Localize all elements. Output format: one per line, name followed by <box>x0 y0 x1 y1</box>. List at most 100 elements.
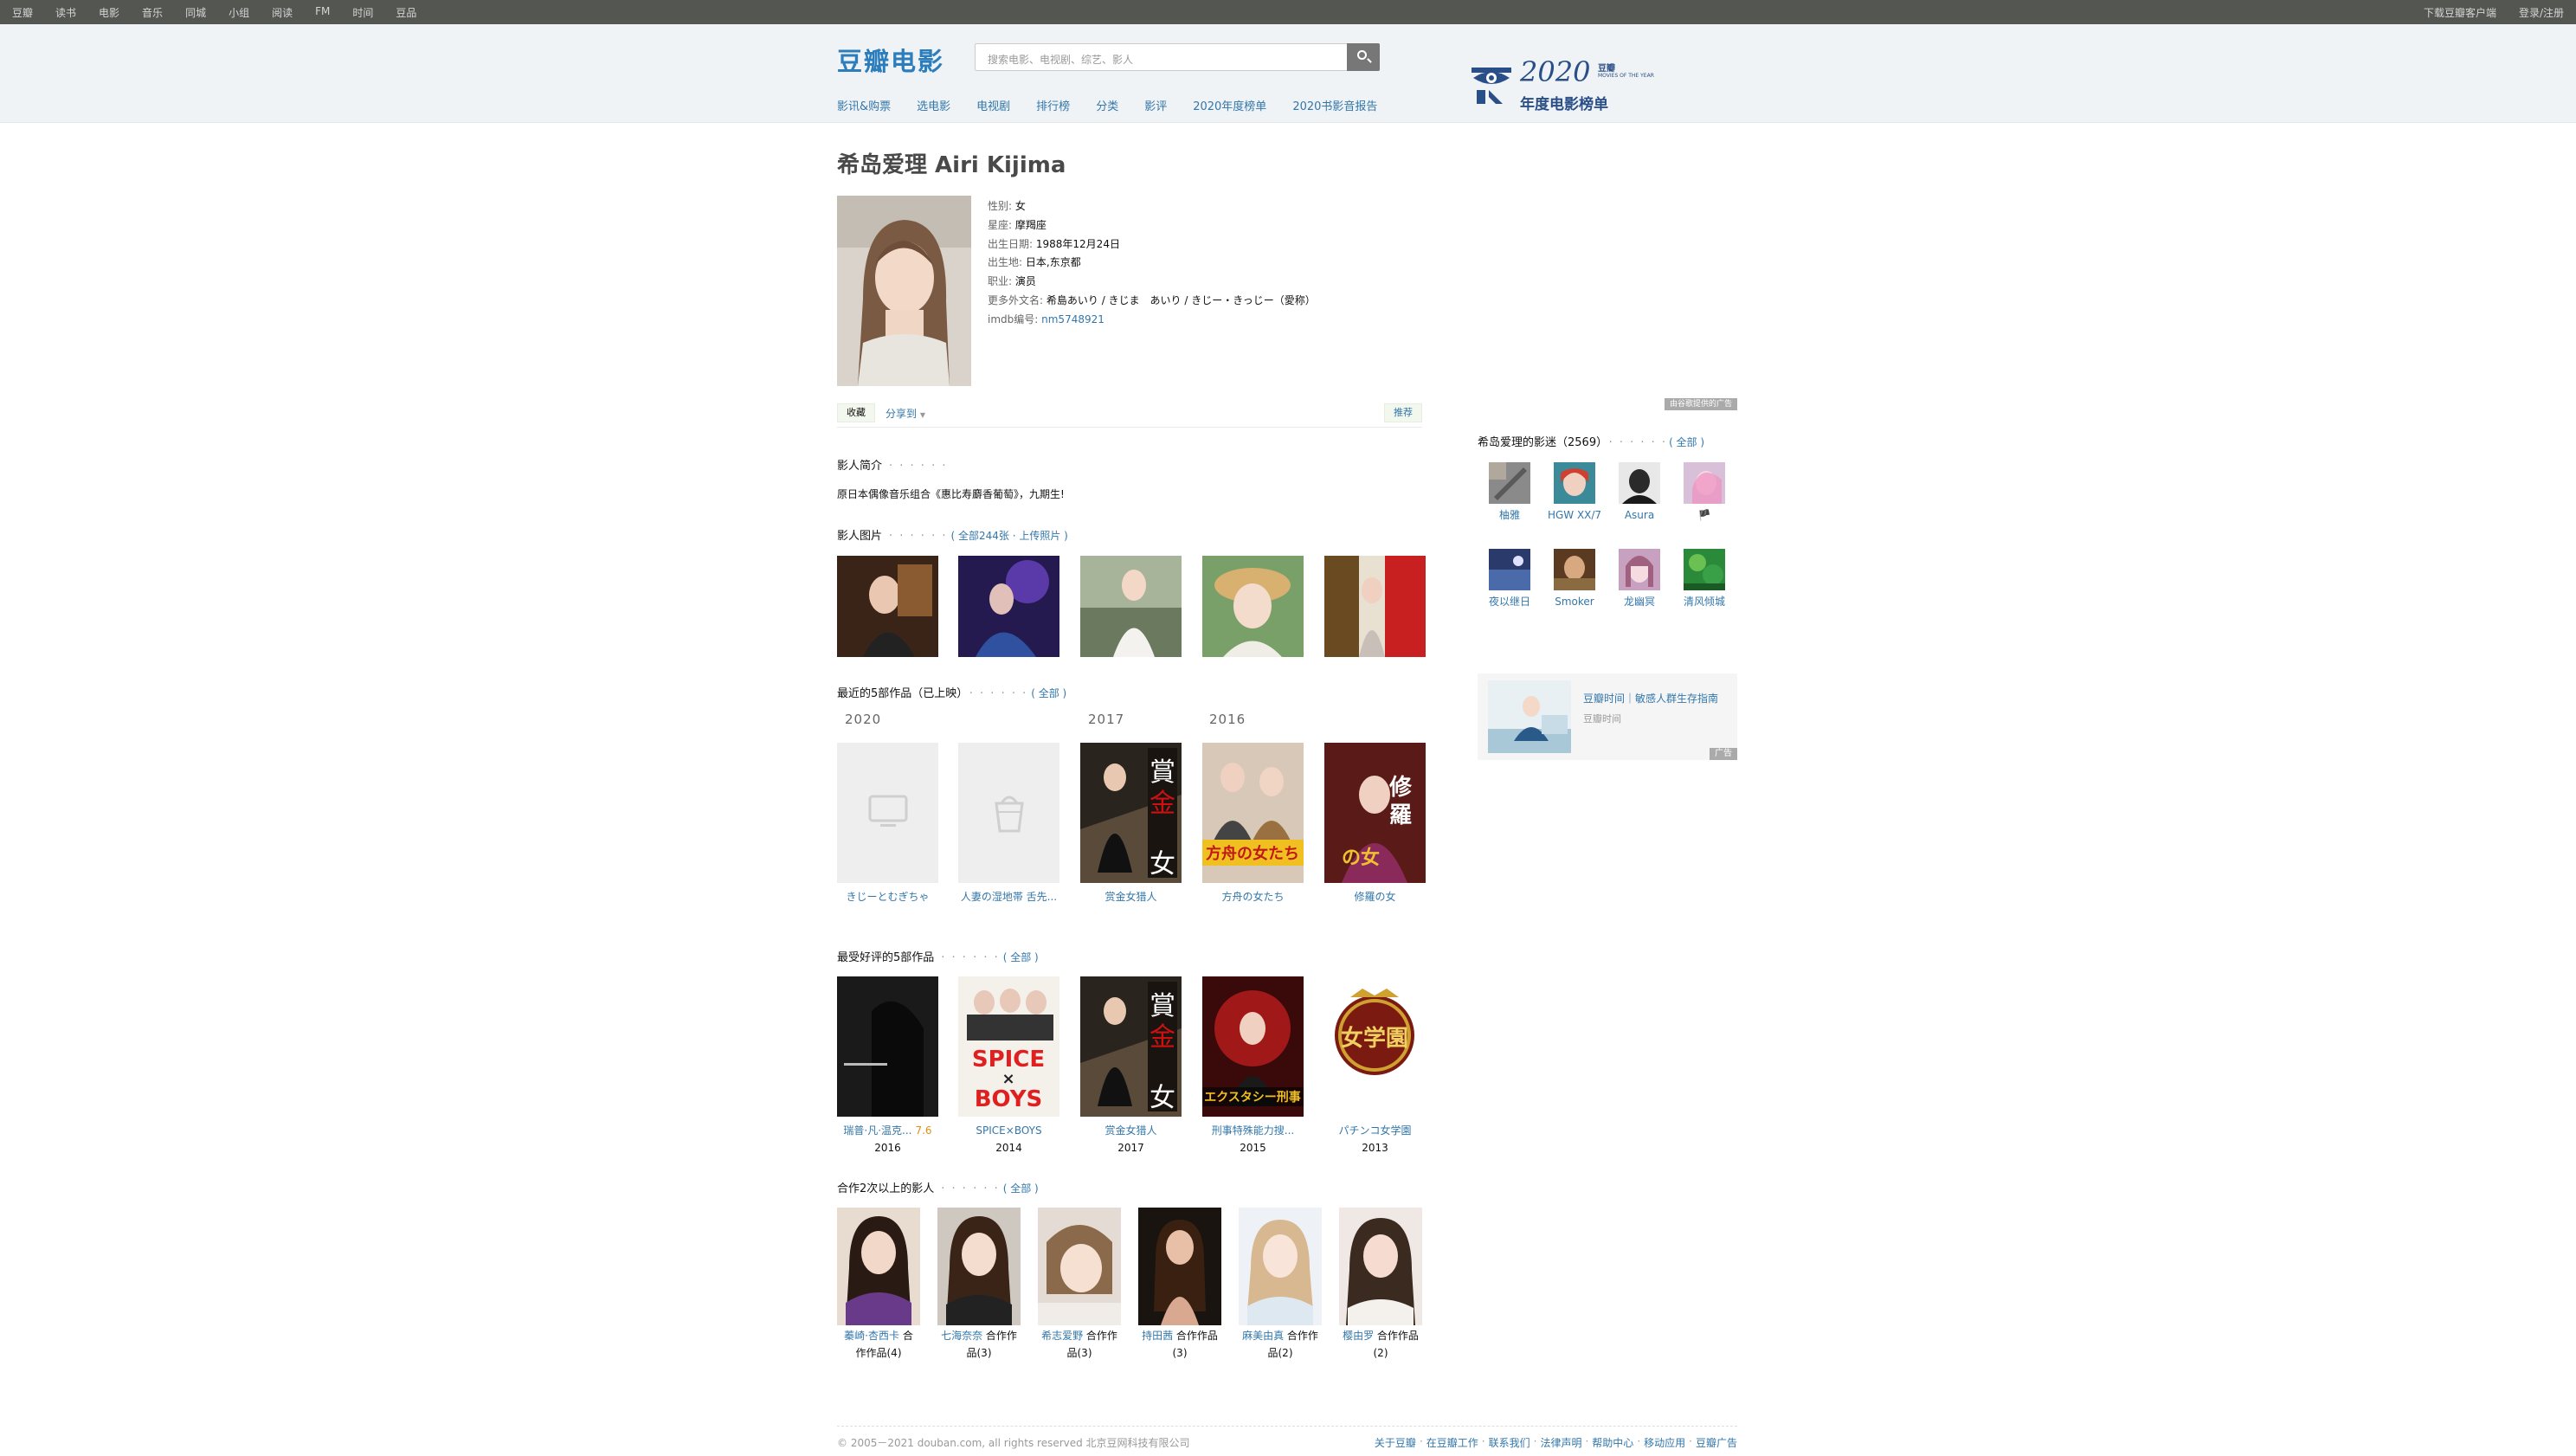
best-works-all-link[interactable]: ( 全部 ) <box>1003 951 1039 963</box>
work-item[interactable]: 修羅の女 修羅の女 <box>1324 743 1426 905</box>
menu-annual[interactable]: 2020年度榜单 <box>1193 97 1266 113</box>
imdb-link[interactable]: nm5748921 <box>1041 313 1104 325</box>
global-nav-right: 下载豆瓣客户端 登录/注册 <box>2424 5 2564 20</box>
work-item[interactable]: 方舟の女たち 方舟の女たち <box>1202 743 1304 905</box>
ad-source: 豆瓣时间 <box>1583 713 1621 725</box>
copyright: © 2005－2021 douban.com, all rights reser… <box>837 1437 1190 1449</box>
nav-market[interactable]: 豆品 <box>396 5 416 20</box>
search-input[interactable]: 搜索电影、电视剧、综艺、影人 <box>975 43 1380 71</box>
nav-music[interactable]: 音乐 <box>142 5 163 20</box>
svg-text:BOYS: BOYS <box>975 1086 1043 1112</box>
nav-movie[interactable]: 电影 <box>99 5 119 20</box>
photo-thumb[interactable] <box>1324 556 1426 657</box>
work-title: 赏金女猎人 <box>1104 891 1157 903</box>
photo-thumb[interactable] <box>837 556 938 657</box>
menu-tickets[interactable]: 影讯&购票 <box>837 97 891 113</box>
fan-item[interactable]: Asura <box>1607 462 1671 523</box>
fan-item[interactable]: 🏴 <box>1672 462 1736 523</box>
download-app-link[interactable]: 下载豆瓣客户端 <box>2424 5 2496 20</box>
nav-douban[interactable]: 豆瓣 <box>12 5 33 20</box>
menu-tags[interactable]: 分类 <box>1096 97 1118 113</box>
recommend-button[interactable]: 推荐 <box>1384 403 1422 422</box>
douban-movie-logo[interactable]: 豆瓣电影 <box>837 42 944 78</box>
annual-brand: 豆瓣 <box>1598 64 1615 74</box>
collaborator-photo <box>1038 1208 1121 1325</box>
movie-menu: 影讯&购票 选电影 电视剧 排行榜 分类 影评 2020年度榜单 2020书影音… <box>837 97 1377 113</box>
nav-book[interactable]: 读书 <box>55 5 76 20</box>
footer-help[interactable]: 帮助中心 <box>1592 1435 1633 1450</box>
footer-contact[interactable]: 联系我们 <box>1489 1435 1530 1450</box>
collect-button[interactable]: 收藏 <box>837 403 875 422</box>
fan-item[interactable]: HGW XX/7 <box>1542 462 1607 523</box>
collaborator-photo <box>1339 1208 1422 1325</box>
main-content: 希岛爱理 Airi Kijima 性别: 女 星座: 摩羯座 出生日期: 198… <box>837 147 1426 1359</box>
annual-movie-list-banner[interactable]: 2020 豆瓣 MOVIES OF THE YEAR 年度电影榜单 <box>1468 55 1654 113</box>
fan-item[interactable]: 柚雅 <box>1478 462 1542 523</box>
collaborator-caption: 麻美由真 合作作 品(2) <box>1242 1330 1318 1359</box>
nav-group[interactable]: 小组 <box>229 5 249 20</box>
collaborator-photo <box>837 1208 920 1325</box>
work-item[interactable]: エクスタシー刑事 刑事特殊能力搜... 2015 <box>1202 976 1304 1156</box>
collaborator-item[interactable]: 七海奈奈 合作作 品(3) <box>937 1208 1021 1362</box>
footer-legal[interactable]: 法律声明 <box>1540 1435 1581 1450</box>
person-info: 性别: 女 星座: 摩羯座 出生日期: 1988年12月24日 出生地: 日本,… <box>988 197 1316 330</box>
work-item[interactable]: 賞金女 赏金女猎人 2017 <box>1080 976 1182 1156</box>
info-birthplace: 出生地: 日本,东京都 <box>988 256 1081 269</box>
footer-about[interactable]: 关于豆瓣 <box>1375 1435 1416 1450</box>
recent-works-title: 最近的5部作品（已上映） · · · · · ·( 全部 ) <box>837 687 1067 700</box>
work-item[interactable]: きじーとむぎちゃ <box>837 743 938 905</box>
nav-location[interactable]: 同城 <box>185 5 206 20</box>
fan-item[interactable]: 清风倾城 <box>1672 549 1736 609</box>
rating-score: 7.6 <box>915 1124 932 1137</box>
photo-thumb[interactable] <box>1202 556 1304 657</box>
google-ad-label[interactable]: 由谷歌提供的广告 <box>1664 398 1737 410</box>
footer-ads[interactable]: 豆瓣广告 <box>1696 1435 1737 1450</box>
work-item[interactable]: SPICE × BOYS SPICE×BOYS 2014 <box>958 976 1059 1156</box>
work-item[interactable]: 人妻の湿地帯 舌先... <box>958 743 1059 905</box>
share-dropdown[interactable]: 分享到 ▼ <box>886 406 925 421</box>
nav-time[interactable]: 时间 <box>352 5 373 20</box>
chevron-down-icon: ▼ <box>919 411 925 419</box>
work-poster: 方舟の女たち <box>1202 743 1304 883</box>
work-poster: SPICE × BOYS <box>958 976 1059 1117</box>
photo-thumb[interactable] <box>958 556 1059 657</box>
bucket-icon <box>995 796 1024 833</box>
menu-explore[interactable]: 选电影 <box>917 97 950 113</box>
login-register-link[interactable]: 登录/注册 <box>2519 5 2564 20</box>
collaborator-item[interactable]: 麻美由真 合作作 品(2) <box>1239 1208 1322 1362</box>
nav-read[interactable]: 阅读 <box>272 5 293 20</box>
collaborators-list: 蓁崎·杏西卡 合作作品(4) 七海奈奈 合作作 品(3) 希志爱野 合作作 品(3)… <box>837 1208 1422 1369</box>
info-foreign-names: 更多外文名: 希島あいり / きじま あいり / きじー・きっじー（愛称） <box>988 293 1316 306</box>
work-item[interactable]: 女学園 パチンコ女学園 2013 <box>1324 976 1426 1156</box>
footer-jobs[interactable]: 在豆瓣工作 <box>1426 1435 1478 1450</box>
collaborators-all-link[interactable]: ( 全部 ) <box>1003 1182 1039 1195</box>
work-item[interactable]: 賞金女 赏金女猎人 <box>1080 743 1182 905</box>
menu-reviews[interactable]: 影评 <box>1144 97 1167 113</box>
ad-title[interactable]: 豆瓣时间｜敏感人群生存指南 <box>1583 691 1718 705</box>
fans-all-link[interactable]: ( 全部 ) <box>1669 436 1704 448</box>
collaborator-item[interactable]: 蓁崎·杏西卡 合作作品(4) <box>837 1208 920 1362</box>
collaborator-photo <box>1239 1208 1322 1325</box>
svg-text:金: 金 <box>1150 1022 1175 1053</box>
person-portrait[interactable] <box>837 196 971 386</box>
info-gender: 性别: 女 <box>988 200 1026 212</box>
menu-charts[interactable]: 排行榜 <box>1036 97 1070 113</box>
menu-tv[interactable]: 电视剧 <box>976 97 1010 113</box>
nav-fm[interactable]: FM <box>315 5 330 20</box>
sidebar-ad[interactable]: 豆瓣时间｜敏感人群生存指南 豆瓣时间 广告 <box>1478 673 1737 760</box>
collaborator-item[interactable]: 希志爱野 合作作 品(3) <box>1038 1208 1121 1362</box>
photos-all-link[interactable]: ( 全部244张 · 上传照片 ) <box>950 530 1067 542</box>
menu-report[interactable]: 2020书影音报告 <box>1292 97 1377 113</box>
footer-mobile[interactable]: 移动应用 <box>1644 1435 1685 1450</box>
search-button[interactable] <box>1347 43 1380 71</box>
collaborator-item[interactable]: 樱由罗 合作作品 (2) <box>1339 1208 1422 1362</box>
fan-item[interactable]: Smoker <box>1542 549 1607 609</box>
fan-item[interactable]: 夜以继日 <box>1478 549 1542 609</box>
profile-block: 性别: 女 星座: 摩羯座 出生日期: 1988年12月24日 出生地: 日本,… <box>837 196 1422 388</box>
work-item[interactable]: 瑞普·凡·温克... 7.6 2016 <box>837 976 938 1156</box>
fan-item[interactable]: 龙幽冥 <box>1607 549 1671 609</box>
fan-avatar <box>1684 549 1725 590</box>
recent-works-all-link[interactable]: ( 全部 ) <box>1031 687 1066 699</box>
collaborator-item[interactable]: 持田茜 合作作品 (3) <box>1138 1208 1221 1362</box>
photo-thumb[interactable] <box>1080 556 1182 657</box>
